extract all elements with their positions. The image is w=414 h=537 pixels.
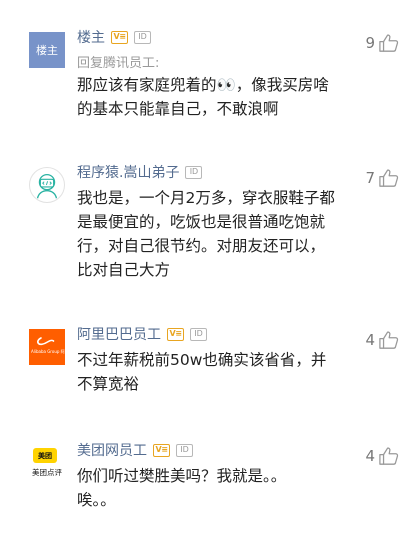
id-badge-icon: ID: [190, 327, 207, 341]
name-row: 楼主 V≡ ID: [77, 27, 151, 47]
avatar[interactable]: [29, 167, 65, 203]
comment-text: 那应该有家庭兜着的👀，像我买房啥 的基本只能靠自己，不敢浪啊: [77, 76, 329, 118]
id-badge-icon: ID: [176, 443, 193, 457]
comment-text: 你们听过樊胜美吗？我就是。。 唉。。: [77, 467, 287, 509]
comment-text: 不过年薪税前50w也确实该省省，并 不算宽裕: [77, 351, 327, 393]
avatar-logo-text: 美团点评: [32, 468, 62, 477]
avatar[interactable]: 楼主: [29, 32, 65, 68]
like-button[interactable]: 7: [365, 168, 400, 188]
comment-text: 我也是，一个月2万多，穿衣服鞋子都 是最便宜的，吃饭也是很普通吃饱就 行，对自己…: [77, 189, 335, 279]
coder-icon: [36, 173, 58, 199]
name-row: 美团网员工 V≡ ID: [77, 440, 193, 460]
verified-badge-icon: V≡: [111, 30, 128, 44]
verified-badge-icon: V≡: [167, 327, 184, 341]
thumbs-up-icon: [379, 34, 399, 52]
like-button[interactable]: 4: [365, 330, 400, 350]
avatar-logo-text: Alibaba Group 阿里巴巴集团: [31, 349, 65, 354]
verified-badge-icon: V≡: [153, 443, 170, 457]
like-button[interactable]: 4: [365, 446, 400, 466]
like-count: 9: [365, 34, 375, 52]
reply-to: 回复腾讯员工:: [77, 56, 160, 71]
avatar[interactable]: 美团 美团点评: [29, 445, 65, 481]
like-count: 7: [365, 169, 375, 187]
like-count: 4: [365, 331, 375, 349]
thumbs-up-icon: [379, 447, 399, 465]
meituan-logo-icon: 美团: [33, 448, 57, 463]
username[interactable]: 美团网员工: [77, 440, 147, 460]
thumbs-up-icon: [379, 331, 399, 349]
username[interactable]: 程序猿.嵩山弟子: [77, 162, 179, 182]
username[interactable]: 阿里巴巴员工: [77, 324, 161, 344]
thumbs-up-icon: [379, 169, 399, 187]
name-row: 程序猿.嵩山弟子 ID: [77, 162, 203, 182]
id-badge-icon: ID: [134, 30, 151, 44]
id-badge-icon: ID: [185, 165, 203, 179]
username[interactable]: 楼主: [77, 27, 105, 47]
avatar-label: 楼主: [36, 44, 58, 57]
name-row: 阿里巴巴员工 V≡ ID: [77, 324, 207, 344]
like-count: 4: [365, 447, 375, 465]
like-button[interactable]: 9: [365, 33, 400, 53]
avatar[interactable]: Alibaba Group 阿里巴巴集团: [29, 329, 65, 365]
alibaba-logo-icon: [37, 337, 55, 346]
